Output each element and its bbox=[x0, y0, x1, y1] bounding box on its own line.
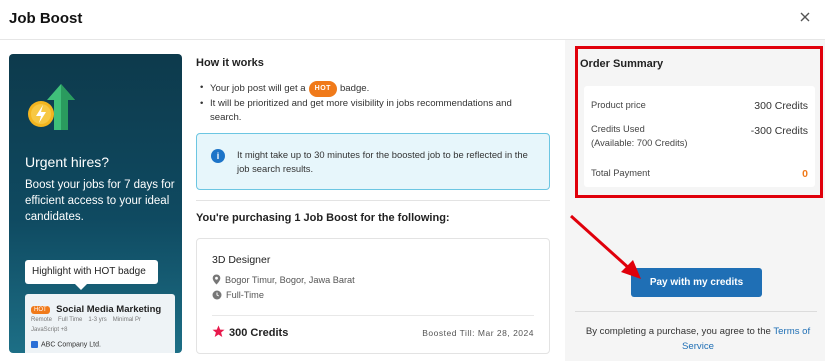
annotation-arrow-icon bbox=[569, 214, 641, 279]
job-preview-card: HOT Social Media Marketing Remote Full Ti… bbox=[25, 294, 175, 353]
bullet-visibility: It will be prioritized and get more visi… bbox=[200, 97, 545, 125]
how-it-works-heading: How it works bbox=[196, 57, 264, 69]
preview-company: ABC Company Ltd. bbox=[31, 341, 101, 348]
bullet-hot-badge: Your job post will get aHOTbadge. bbox=[200, 81, 545, 97]
job-employment-type: Full-Time bbox=[212, 290, 264, 300]
preview-skills: JavaScript +8 bbox=[31, 327, 68, 333]
promo-text: Boost your jobs for 7 days for efficient… bbox=[25, 179, 175, 223]
dialog-header: Job Boost bbox=[0, 0, 825, 40]
boosted-till: Boosted Till: Mar 28, 2024 bbox=[422, 328, 534, 338]
order-summary-panel: Order Summary Product price 300 Credits … bbox=[575, 46, 823, 198]
order-column: Order Summary Product price 300 Credits … bbox=[565, 40, 825, 361]
dialog-title: Job Boost bbox=[9, 10, 83, 27]
info-alert: i It might take up to 30 minutes for the… bbox=[196, 133, 550, 190]
preview-job-title: Social Media Marketing bbox=[56, 304, 162, 316]
preview-tags: Remote Full Time 1-3 yrs Minimal Pr bbox=[31, 317, 142, 323]
pay-with-credits-button[interactable]: Pay with my credits bbox=[631, 268, 762, 297]
credits-used-value: -300 Credits bbox=[750, 125, 808, 137]
job-location: Bogor Timur, Bogor, Jawa Barat bbox=[212, 274, 355, 285]
preview-hot-badge: HOT bbox=[31, 305, 50, 314]
credits-used-label: Credits Used bbox=[591, 124, 645, 134]
location-pin-icon bbox=[212, 274, 221, 285]
divider bbox=[196, 200, 550, 201]
promo-card: Urgent hires? Boost your jobs for 7 days… bbox=[9, 54, 182, 353]
info-icon: i bbox=[211, 149, 225, 163]
divider bbox=[575, 311, 817, 312]
star-icon bbox=[212, 325, 225, 337]
product-price-label: Product price bbox=[591, 100, 646, 110]
hot-badge-callout: Highlight with HOT badge bbox=[25, 260, 158, 290]
job-title: 3D Designer bbox=[212, 254, 271, 266]
company-logo-icon bbox=[31, 341, 38, 348]
order-summary-card: Product price 300 Credits Credits Used (… bbox=[584, 86, 815, 187]
close-icon[interactable] bbox=[797, 9, 813, 25]
boost-rocket-icon bbox=[28, 84, 75, 130]
total-payment-label: Total Payment bbox=[591, 168, 650, 178]
info-text: It might take up to 30 minutes for the b… bbox=[237, 149, 528, 174]
terms-notice: By completing a purchase, you agree to t… bbox=[585, 326, 811, 352]
how-it-works-list: Your job post will get aHOTbadge. It wil… bbox=[200, 81, 545, 125]
promo-title: Urgent hires? bbox=[25, 154, 110, 170]
job-credits: 300 Credits bbox=[212, 325, 288, 339]
total-payment-value: 0 bbox=[802, 168, 808, 180]
credits-available: (Available: 700 Credits) bbox=[591, 138, 688, 148]
order-summary-title: Order Summary bbox=[580, 58, 664, 70]
hot-badge: HOT bbox=[308, 81, 337, 97]
product-price-value: 300 Credits bbox=[754, 100, 808, 112]
job-card: 3D Designer Bogor Timur, Bogor, Jawa Bar… bbox=[196, 238, 550, 354]
purchase-heading: You're purchasing 1 Job Boost for the fo… bbox=[196, 212, 450, 224]
divider bbox=[212, 315, 534, 316]
clock-icon bbox=[212, 290, 222, 300]
